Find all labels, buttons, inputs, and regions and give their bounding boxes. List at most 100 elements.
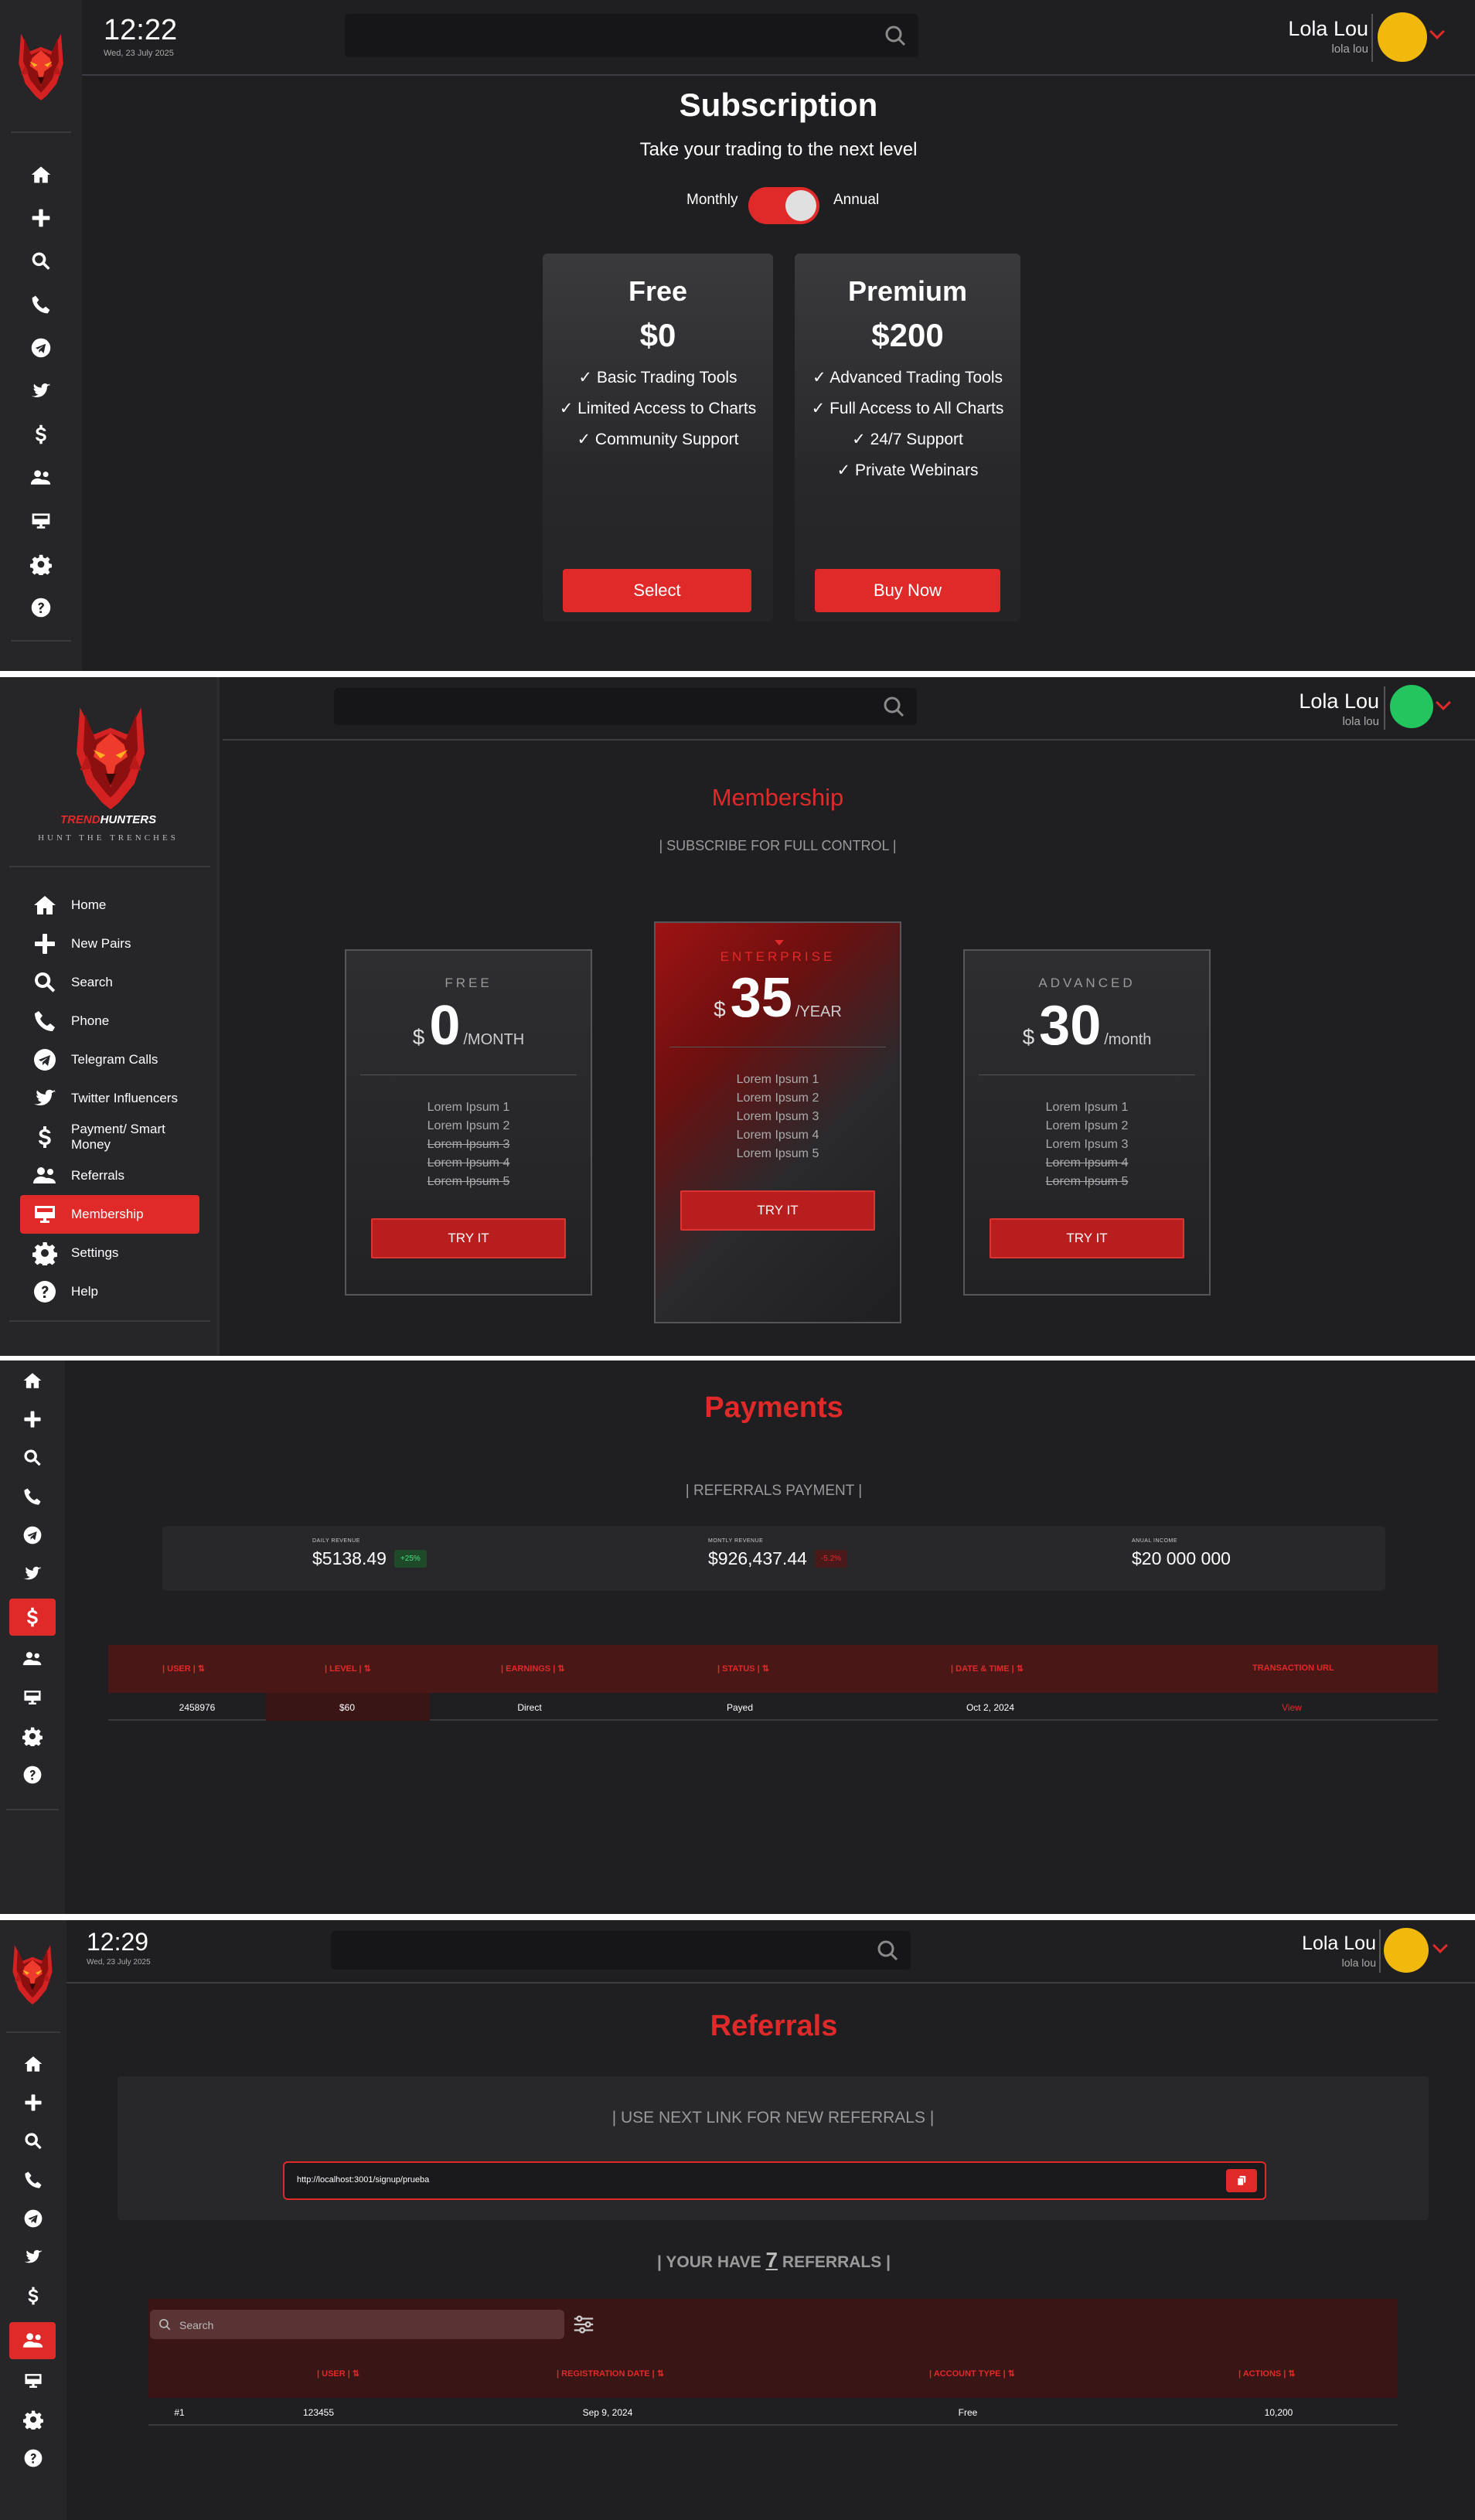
monitor-icon[interactable] xyxy=(0,1682,65,1713)
telegram-icon[interactable] xyxy=(0,2203,66,2234)
column-header-date[interactable]: | DATE & TIME | ⇅ xyxy=(951,1664,1024,1674)
table-header: | USER | ⇅ | LEVEL | ⇅ | EARNINGS | ⇅ | … xyxy=(108,1645,1438,1693)
nav-home[interactable]: Home xyxy=(20,886,199,925)
try-it-button[interactable]: TRY IT xyxy=(680,1190,875,1231)
plan-card-free: Free $0 ✓ Basic Trading Tools ✓ Limited … xyxy=(543,254,773,621)
home-icon[interactable] xyxy=(0,1365,65,1396)
membership-screen: TRENDHUNTERS HUNT THE TRENCHES Home New … xyxy=(0,677,1475,1356)
column-header-earnings[interactable]: | EARNINGS | ⇅ xyxy=(501,1664,565,1674)
search-input[interactable] xyxy=(334,688,917,725)
users-icon xyxy=(32,1163,57,1188)
twitter-icon[interactable] xyxy=(0,1558,65,1589)
column-label: USER xyxy=(167,1664,191,1674)
home-icon[interactable] xyxy=(0,159,82,190)
help-icon[interactable] xyxy=(0,2443,66,2474)
search-icon[interactable] xyxy=(875,1938,900,1963)
telegram-icon[interactable] xyxy=(0,1520,65,1551)
filter-sliders-icon[interactable] xyxy=(572,2313,595,2336)
wolf-logo xyxy=(68,700,153,815)
nav-membership[interactable]: Membership xyxy=(20,1195,199,1234)
plan-item: Lorem Ipsum 1 xyxy=(736,1073,819,1086)
column-header-level[interactable]: | LEVEL | ⇅ xyxy=(325,1664,371,1674)
nav-referrals[interactable]: Referrals xyxy=(20,1156,199,1195)
sidebar-divider xyxy=(11,640,71,642)
twitter-icon[interactable] xyxy=(0,2242,66,2273)
buy-now-button[interactable]: Buy Now xyxy=(815,569,1000,612)
billing-toggle[interactable] xyxy=(748,187,819,224)
referral-link-label: | USE NEXT LINK FOR NEW REFERRALS | xyxy=(611,2109,935,2127)
plan-item: Lorem Ipsum 1 xyxy=(1045,1101,1129,1114)
phone-icon[interactable] xyxy=(0,289,82,320)
telegram-icon[interactable] xyxy=(0,332,82,363)
search-icon[interactable] xyxy=(881,694,906,719)
monitor-icon[interactable] xyxy=(0,506,82,536)
plan-item: Lorem Ipsum 1 xyxy=(427,1101,510,1114)
plan-card-advanced: ADVANCED $ 30 /month Lorem Ipsum 1 Lorem… xyxy=(963,949,1211,1296)
referral-link-field[interactable]: http://localhost:3001/signup/prueba xyxy=(283,2161,1266,2200)
column-header-status[interactable]: | STATUS | ⇅ xyxy=(717,1664,769,1674)
avatar[interactable] xyxy=(1384,1928,1429,1973)
avatar[interactable] xyxy=(1378,12,1427,62)
icon-sidebar xyxy=(0,1360,65,1914)
search-icon[interactable] xyxy=(0,2126,66,2157)
gear-icon[interactable] xyxy=(0,2404,66,2435)
search-icon[interactable] xyxy=(883,23,908,48)
search-icon[interactable] xyxy=(0,246,82,277)
page-subtitle: | SUBSCRIBE FOR FULL CONTROL | xyxy=(659,838,897,853)
plus-icon[interactable] xyxy=(0,203,82,233)
column-label: LEVEL xyxy=(329,1664,357,1674)
nav-twitter-influencers[interactable]: Twitter Influencers xyxy=(20,1079,199,1118)
users-icon[interactable] xyxy=(0,462,82,493)
cell-index: #1 xyxy=(174,2407,185,2418)
dollar-icon[interactable] xyxy=(0,419,82,450)
help-icon[interactable] xyxy=(0,1759,65,1790)
plan-item: Lorem Ipsum 5 xyxy=(1045,1175,1129,1188)
twitter-icon[interactable] xyxy=(0,376,82,407)
gear-icon[interactable] xyxy=(0,549,82,580)
column-header-user[interactable]: | USER | ⇅ xyxy=(317,2368,359,2379)
home-icon[interactable] xyxy=(0,2048,66,2079)
table-header: | USER | ⇅ | REGISTRATION DATE | ⇅ | ACC… xyxy=(148,2348,1398,2398)
plus-icon[interactable] xyxy=(0,2087,66,2118)
toggle-knob xyxy=(785,190,816,221)
column-header-account-type[interactable]: | ACCOUNT TYPE | ⇅ xyxy=(929,2368,1015,2379)
plan-price: $ 0 /MONTH xyxy=(346,994,591,1057)
monitor-icon[interactable] xyxy=(0,2365,66,2396)
plan-item: Lorem Ipsum 3 xyxy=(427,1138,510,1151)
stat-value: $20 000 000 xyxy=(1132,1548,1231,1568)
nav-label: Membership xyxy=(71,1207,144,1221)
column-header-registration-date[interactable]: | REGISTRATION DATE | ⇅ xyxy=(557,2368,664,2379)
plus-icon[interactable] xyxy=(0,1404,65,1435)
nav-search[interactable]: Search xyxy=(20,963,199,1002)
plan-feature: ✓ Limited Access to Charts xyxy=(559,400,757,417)
try-it-button[interactable]: TRY IT xyxy=(371,1218,566,1258)
nav-help[interactable]: Help xyxy=(20,1272,199,1311)
search-icon[interactable] xyxy=(0,1442,65,1473)
column-header-user[interactable]: | USER | ⇅ xyxy=(162,1664,205,1674)
copy-button[interactable] xyxy=(1226,2169,1257,2192)
gear-icon[interactable] xyxy=(0,1721,65,1752)
nav-payment[interactable]: Payment/ Smart Money xyxy=(20,1118,199,1156)
column-label: EARNINGS xyxy=(506,1664,551,1674)
nav-new-pairs[interactable]: New Pairs xyxy=(20,925,199,963)
nav-phone[interactable]: Phone xyxy=(20,1002,199,1040)
help-icon[interactable] xyxy=(0,592,82,623)
dollar-icon[interactable] xyxy=(0,2280,66,2311)
nav-telegram-calls[interactable]: Telegram Calls xyxy=(20,1040,199,1079)
search-input[interactable] xyxy=(345,14,918,57)
dollar-icon[interactable] xyxy=(0,1602,65,1633)
select-button[interactable]: Select xyxy=(563,569,751,612)
users-icon[interactable] xyxy=(0,2325,66,2356)
search-input[interactable] xyxy=(331,1931,911,1970)
plan-item: Lorem Ipsum 5 xyxy=(427,1175,510,1188)
plan-price: $0 xyxy=(639,317,676,353)
phone-icon[interactable] xyxy=(0,2164,66,2195)
phone-icon[interactable] xyxy=(0,1481,65,1512)
users-icon[interactable] xyxy=(0,1643,65,1674)
view-link[interactable]: View xyxy=(1234,1702,1350,1713)
avatar[interactable] xyxy=(1390,685,1433,728)
try-it-button[interactable]: TRY IT xyxy=(990,1218,1184,1258)
table-search-input[interactable]: Search xyxy=(150,2310,564,2339)
column-header-actions[interactable]: | ACTIONS | ⇅ xyxy=(1238,2368,1296,2379)
nav-settings[interactable]: Settings xyxy=(20,1234,199,1272)
